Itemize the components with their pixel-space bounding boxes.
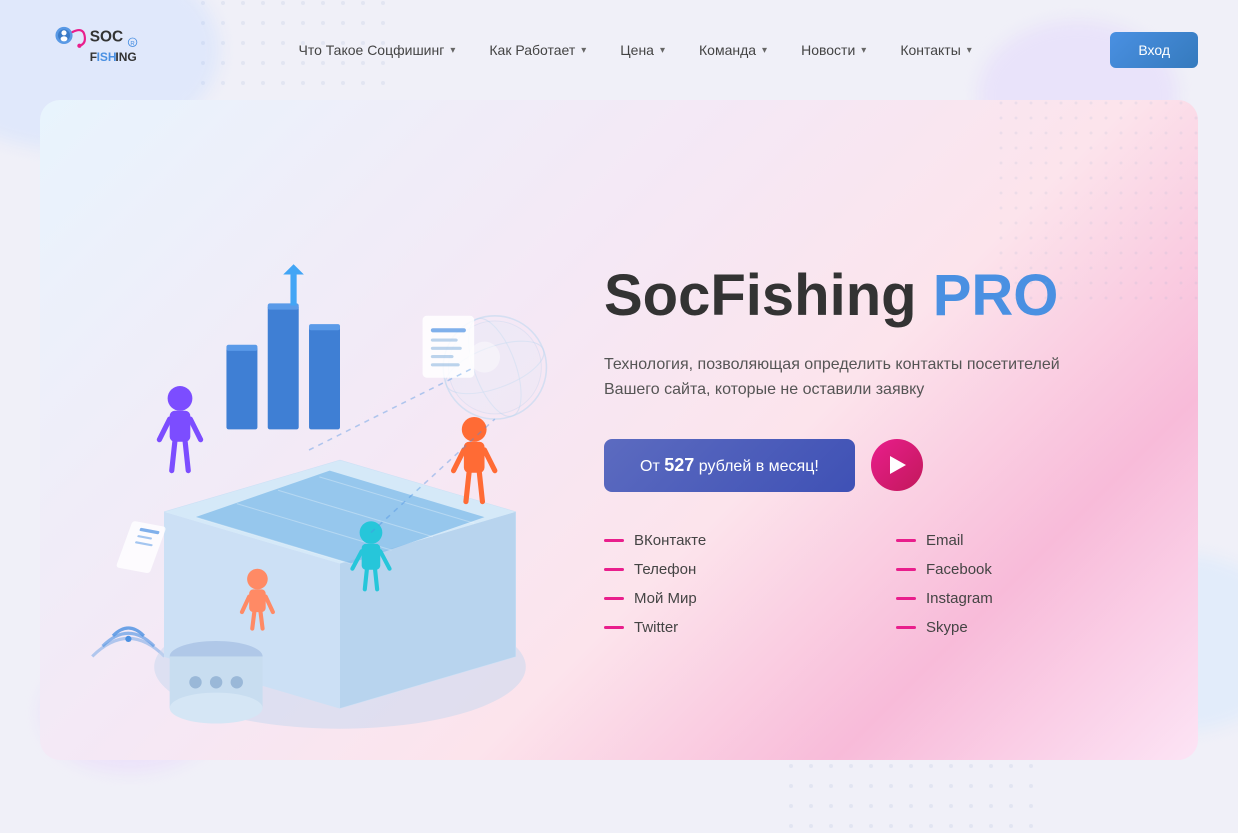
- nav-item-price[interactable]: Цена ▾: [606, 34, 679, 66]
- price-post: рублей в месяц!: [699, 458, 819, 475]
- chevron-down-icon: ▾: [762, 45, 767, 56]
- play-button[interactable]: [871, 439, 923, 491]
- nav-item-how[interactable]: Как Работает ▾: [475, 34, 600, 66]
- feature-instagram: Instagram: [896, 590, 1148, 607]
- feature-email-label: Email: [926, 532, 964, 549]
- nav-item-team[interactable]: Команда ▾: [685, 34, 781, 66]
- svg-text:R: R: [130, 41, 135, 47]
- svg-text:SOC: SOC: [90, 28, 123, 45]
- nav-item-what[interactable]: Что Такое Соцфишинг ▾: [284, 34, 469, 66]
- hero-illustration: [40, 100, 584, 760]
- main-nav: Что Такое Соцфишинг ▾ Как Работает ▾ Цен…: [284, 34, 985, 66]
- svg-text:ISH: ISH: [97, 50, 117, 64]
- feature-dash-icon: [896, 539, 916, 542]
- hero-subtitle: Технология, позволяющая определить конта…: [604, 352, 1084, 403]
- login-button[interactable]: Вход: [1110, 32, 1198, 68]
- price-amount: 527: [664, 455, 694, 475]
- feature-dash-icon: [896, 597, 916, 600]
- feature-dash-icon: [896, 626, 916, 629]
- chevron-down-icon: ▾: [450, 45, 455, 56]
- feature-skype: Skype: [896, 619, 1148, 636]
- feature-instagram-label: Instagram: [926, 590, 993, 607]
- feature-skype-label: Skype: [926, 619, 968, 636]
- nav-item-contacts[interactable]: Контакты ▾: [886, 34, 986, 66]
- header: SOC F ISH ING R Что Такое Соцфишинг ▾ Ка…: [0, 0, 1238, 100]
- svg-text:ING: ING: [115, 50, 136, 64]
- nav-item-news[interactable]: Новости ▾: [787, 34, 880, 66]
- chevron-down-icon: ▾: [861, 45, 866, 56]
- hero-title-ing: ing: [830, 263, 933, 328]
- features-list: ВКонтакте Email Телефон Facebook Мой Мир: [604, 532, 1148, 636]
- hero-cta-area: От 527 рублей в месяц!: [604, 439, 1148, 492]
- logo[interactable]: SOC F ISH ING R: [40, 15, 160, 85]
- hero-illustration-svg: [40, 160, 660, 740]
- dots-decoration: [998, 100, 1198, 300]
- hero-section: SocFishing PRO Технология, позволяющая о…: [40, 100, 1198, 760]
- chevron-down-icon: ▾: [967, 45, 972, 56]
- feature-dash-icon: [896, 568, 916, 571]
- logo-svg: SOC F ISH ING R: [40, 15, 160, 85]
- feature-facebook: Facebook: [896, 561, 1148, 578]
- chevron-down-icon: ▾: [660, 45, 665, 56]
- chevron-down-icon: ▾: [581, 45, 586, 56]
- feature-facebook-label: Facebook: [926, 561, 992, 578]
- feature-email: Email: [896, 532, 1148, 549]
